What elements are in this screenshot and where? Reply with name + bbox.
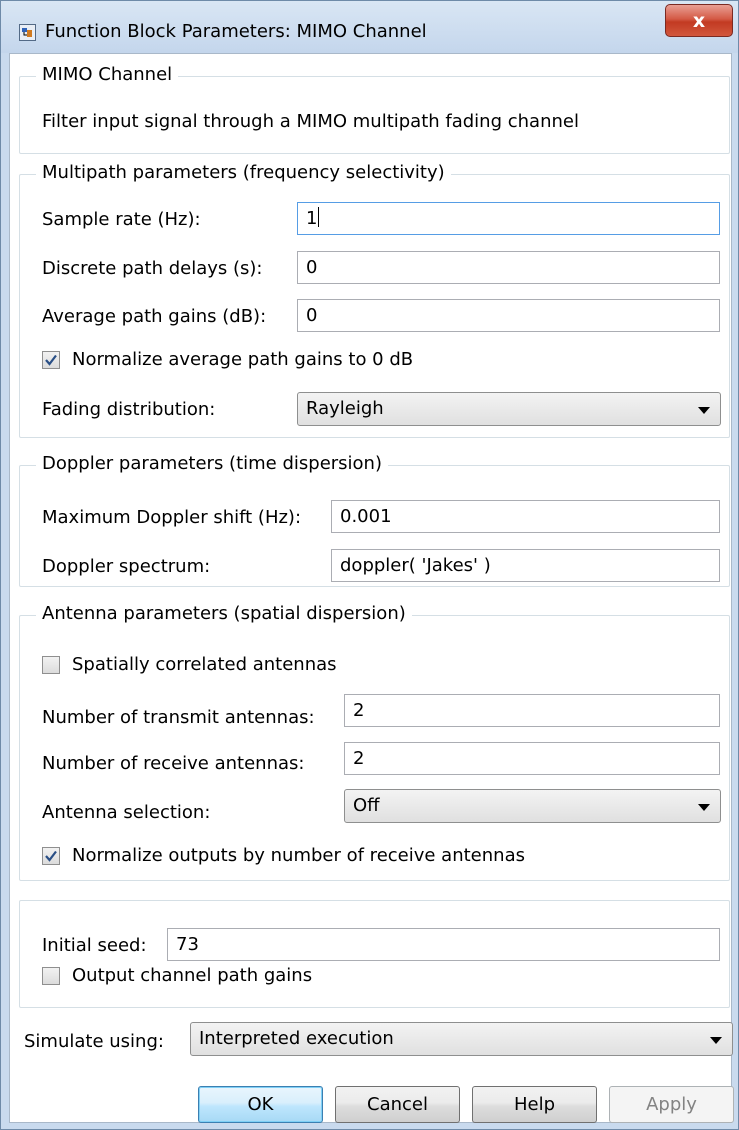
close-button[interactable]: x bbox=[665, 4, 733, 37]
doppler-spectrum-input[interactable]: doppler( 'Jakes' ) bbox=[331, 549, 720, 582]
simulate-using-label: Simulate using: bbox=[24, 1031, 164, 1052]
doppler-spectrum-label: Doppler spectrum: bbox=[42, 556, 211, 577]
max-doppler-shift-label: Maximum Doppler shift (Hz): bbox=[42, 507, 302, 528]
spatially-correlated-checkbox[interactable] bbox=[42, 656, 60, 674]
checkmark-icon bbox=[45, 850, 57, 862]
antenna-selection-label: Antenna selection: bbox=[42, 802, 211, 823]
normalize-gains-checkbox[interactable] bbox=[42, 351, 60, 369]
dialog-window: Function Block Parameters: MIMO Channel … bbox=[0, 0, 739, 1130]
antenna-group-title: Antenna parameters (spatial dispersion) bbox=[36, 603, 412, 624]
fading-distribution-label: Fading distribution: bbox=[42, 399, 216, 420]
cancel-button[interactable]: Cancel bbox=[335, 1086, 460, 1123]
max-doppler-shift-input[interactable]: 0.001 bbox=[331, 500, 720, 533]
initial-seed-input[interactable]: 73 bbox=[167, 928, 720, 961]
path-gains-input[interactable]: 0 bbox=[297, 299, 720, 332]
path-gains-label: Average path gains (dB): bbox=[42, 306, 267, 327]
close-icon: x bbox=[692, 9, 706, 32]
text-caret bbox=[318, 207, 320, 227]
doppler-group-title: Doppler parameters (time dispersion) bbox=[36, 453, 388, 474]
output-path-gains-label: Output channel path gains bbox=[72, 965, 313, 986]
sample-rate-input[interactable]: 1 bbox=[297, 202, 720, 235]
multipath-group-title: Multipath parameters (frequency selectiv… bbox=[36, 162, 451, 183]
block-name: MIMO Channel bbox=[36, 64, 179, 85]
simulate-using-select[interactable]: Interpreted execution bbox=[190, 1022, 733, 1056]
chevron-down-icon bbox=[698, 804, 710, 811]
normalize-gains-label: Normalize average path gains to 0 dB bbox=[72, 349, 414, 370]
path-delays-input[interactable]: 0 bbox=[297, 251, 720, 284]
help-button[interactable]: Help bbox=[472, 1086, 597, 1123]
fading-distribution-select[interactable]: Rayleigh bbox=[297, 392, 721, 426]
simulink-block-icon bbox=[19, 24, 36, 41]
output-path-gains-checkbox[interactable] bbox=[42, 967, 60, 985]
transmit-antennas-input[interactable]: 2 bbox=[344, 694, 720, 727]
normalize-outputs-checkbox[interactable] bbox=[42, 847, 60, 865]
apply-button[interactable]: Apply bbox=[609, 1086, 734, 1123]
window-title: Function Block Parameters: MIMO Channel bbox=[45, 21, 427, 42]
antenna-selection-select[interactable]: Off bbox=[344, 789, 721, 823]
sample-rate-label: Sample rate (Hz): bbox=[42, 209, 201, 230]
transmit-antennas-label: Number of transmit antennas: bbox=[42, 707, 315, 728]
title-bar[interactable]: Function Block Parameters: MIMO Channel … bbox=[1, 1, 738, 53]
receive-antennas-input[interactable]: 2 bbox=[344, 742, 720, 775]
chevron-down-icon bbox=[698, 407, 710, 414]
block-description: Filter input signal through a MIMO multi… bbox=[42, 111, 579, 132]
ok-button[interactable]: OK bbox=[198, 1086, 323, 1123]
normalize-outputs-label: Normalize outputs by number of receive a… bbox=[72, 845, 525, 866]
spatially-correlated-label: Spatially correlated antennas bbox=[72, 654, 337, 675]
chevron-down-icon bbox=[710, 1037, 722, 1044]
receive-antennas-label: Number of receive antennas: bbox=[42, 753, 305, 774]
initial-seed-label: Initial seed: bbox=[42, 935, 147, 956]
path-delays-label: Discrete path delays (s): bbox=[42, 258, 263, 279]
checkmark-icon bbox=[45, 354, 57, 366]
